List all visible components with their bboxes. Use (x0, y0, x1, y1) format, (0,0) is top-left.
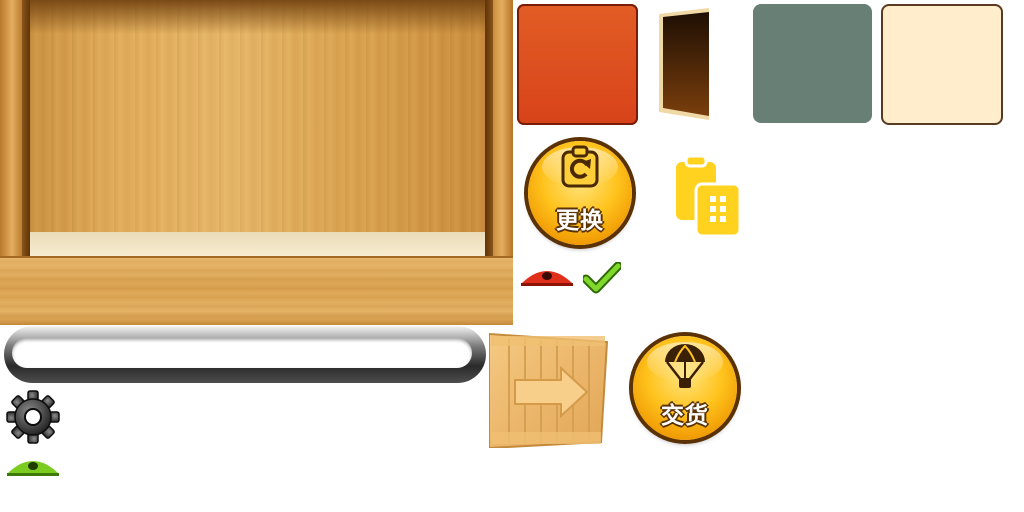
clipboard-icon[interactable] (672, 154, 744, 238)
change-button[interactable]: 更换 (528, 141, 632, 245)
cream-panel-swatch (881, 4, 1003, 125)
shelf-inner-right (485, 0, 493, 256)
eye-icon[interactable] (6, 454, 60, 478)
crate-arrow-icon[interactable] (489, 332, 611, 448)
progress-bar-slot (12, 338, 472, 368)
parachute-icon (665, 344, 705, 388)
checkmark-icon[interactable] (583, 262, 621, 294)
orange-panel-swatch (517, 4, 638, 125)
rotate-icon (561, 145, 599, 188)
shelf-inner-left (22, 0, 30, 256)
shelf-top-shadow (30, 0, 485, 34)
gray-panel-swatch (753, 4, 872, 123)
shelf-back-panel (30, 0, 485, 232)
gear-icon[interactable] (6, 390, 60, 444)
deliver-button-label: 交货 (661, 403, 709, 429)
dark-frame-panel (659, 8, 709, 120)
eye-icon[interactable] (520, 264, 574, 288)
shelf-front-board (0, 256, 513, 325)
wooden-shelf (0, 0, 513, 325)
shelf-floor (30, 232, 485, 256)
deliver-button[interactable]: 交货 (633, 336, 737, 440)
change-button-label: 更换 (556, 208, 604, 234)
